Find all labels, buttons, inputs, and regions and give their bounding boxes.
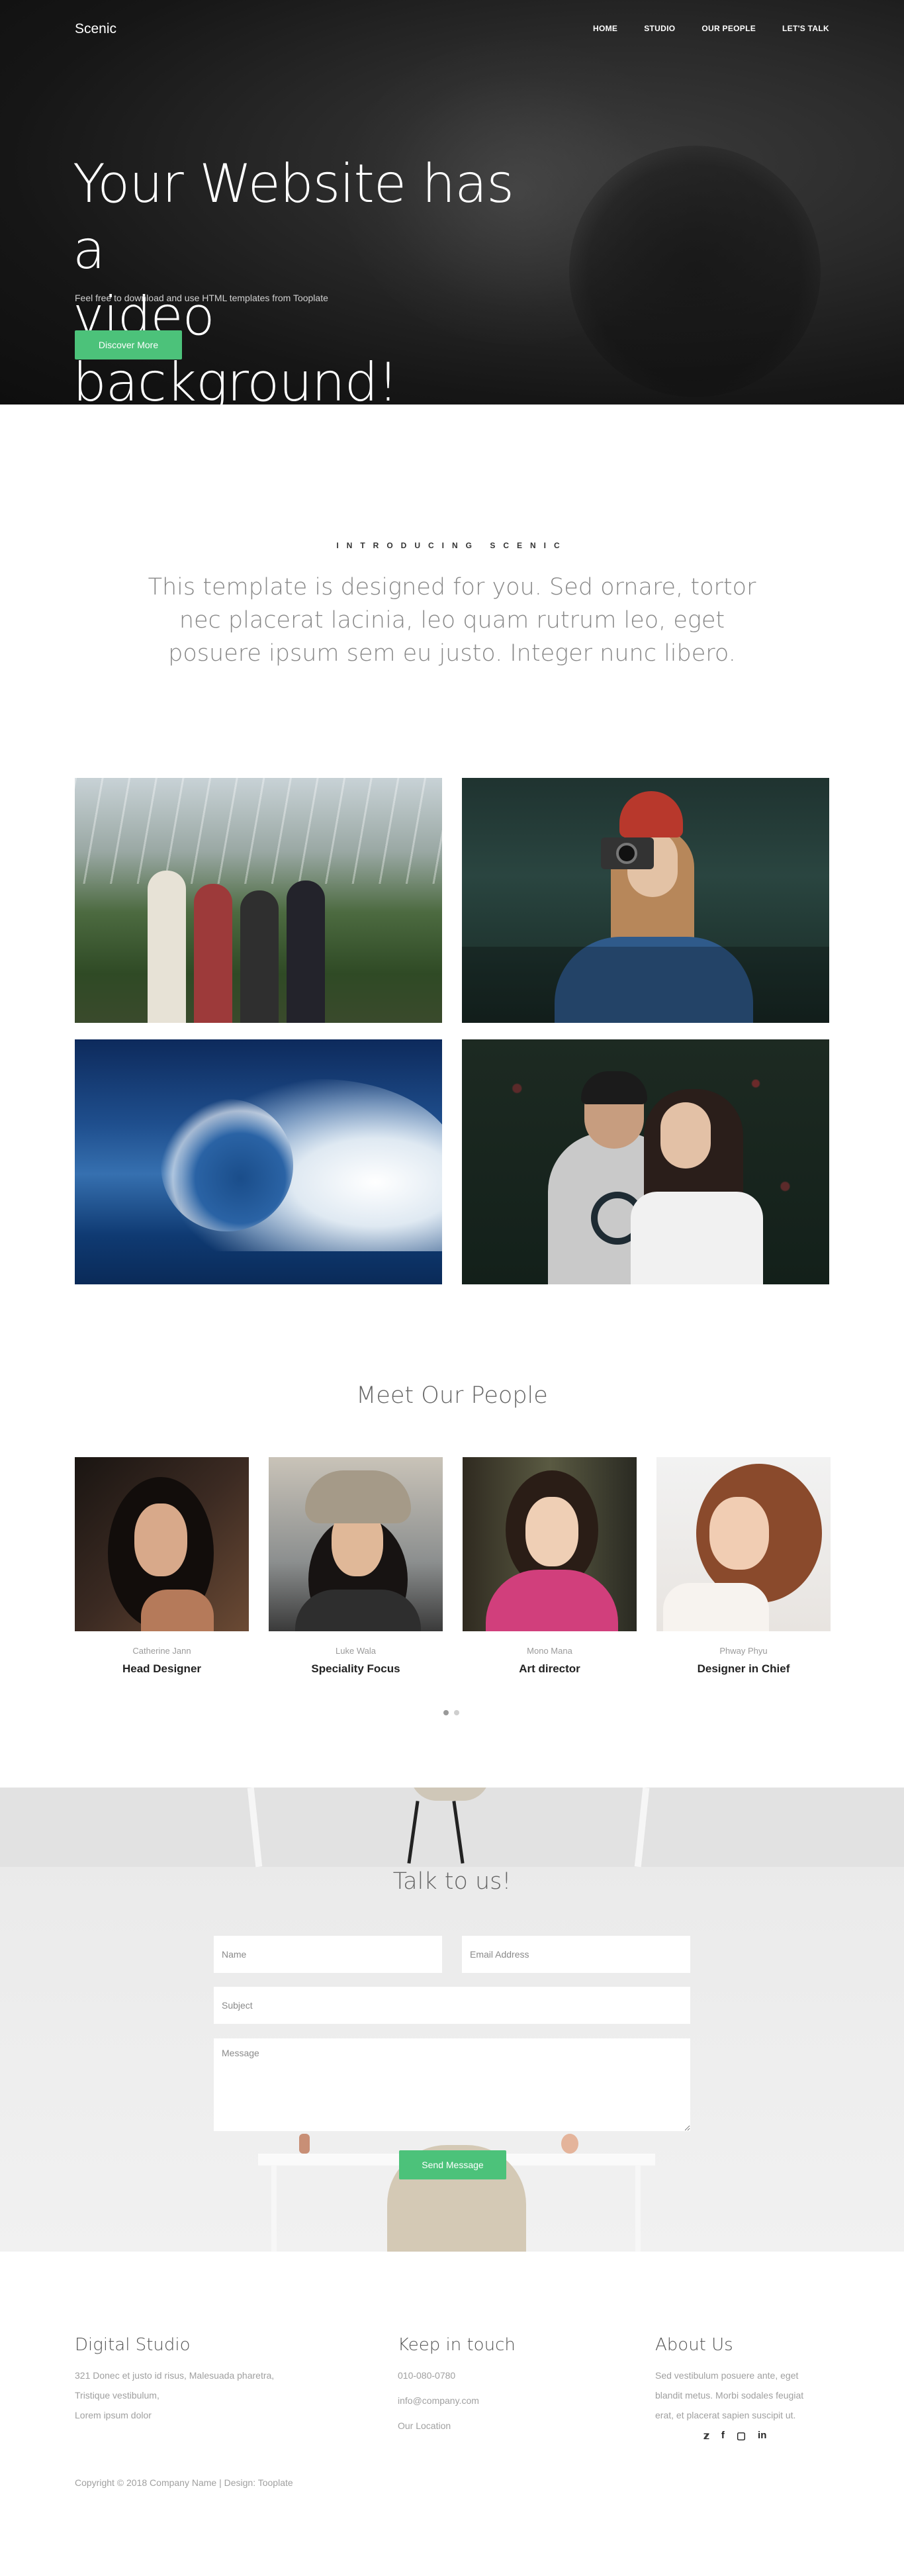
gallery-image-photographer[interactable] <box>462 778 829 1023</box>
footer-phone-link[interactable]: 010-080-0780 <box>398 2365 596 2385</box>
top-shape <box>295 1590 421 1631</box>
greenhouse-roof <box>75 778 442 884</box>
discover-more-button[interactable]: Discover More <box>75 330 182 359</box>
team-member-card[interactable]: Phway Phyu Designer in Chief <box>656 1457 831 1676</box>
carousel-dot[interactable] <box>454 1710 459 1715</box>
hover-shade <box>462 947 829 1023</box>
subject-input[interactable] <box>214 1987 690 2024</box>
nav-studio[interactable]: STUDIO <box>644 24 675 33</box>
footer-address-line: Tristique vestibulum, <box>75 2390 159 2401</box>
people-section-title: Meet Our People <box>356 1382 548 1409</box>
linkedin-icon[interactable]: in <box>758 2430 766 2442</box>
team-member-name: Mono Mana <box>527 1646 572 1656</box>
carousel-dots <box>443 1710 459 1715</box>
team-member-card[interactable]: Luke Wala Speciality Focus <box>269 1457 443 1676</box>
team-member-card[interactable]: Mono Mana Art director <box>463 1457 637 1676</box>
team-member-photo <box>463 1457 637 1631</box>
team-member-photo <box>656 1457 831 1631</box>
pillow-shape <box>663 1583 769 1631</box>
shoulder-shape <box>141 1590 214 1631</box>
email-input[interactable] <box>462 1936 690 1973</box>
footer-about-line: blandit metus. Morbi sodales feugiat <box>655 2390 804 2401</box>
footer-contact-title: Keep in touch <box>398 2335 516 2355</box>
gallery-image-ocean-wave[interactable] <box>75 1039 442 1284</box>
intro-text: This template is designed for you. Sed o… <box>148 574 756 667</box>
contact-title: Talk to us! <box>392 1868 512 1895</box>
wave-curl <box>161 1099 293 1231</box>
social-links: 𝕫 f ▢ in <box>703 2430 766 2442</box>
instagram-icon[interactable]: ▢ <box>737 2430 746 2442</box>
desk-leg-shape <box>271 2165 277 2252</box>
message-textarea[interactable] <box>214 2038 690 2131</box>
floral-dress-shape <box>486 1570 618 1631</box>
footer-address-line: 321 Donec et justo id risus, Malesuada p… <box>75 2370 275 2381</box>
footer-contact-column: Keep in touch 010-080-0780 info@company.… <box>398 2335 596 2441</box>
intro-label: INTRODUCING SCENIC <box>336 541 568 550</box>
vase-shape <box>299 2134 310 2154</box>
footer-about-column: About Us Sed vestibulum posuere ante, eg… <box>655 2335 834 2425</box>
camera-lens-shape <box>616 843 637 864</box>
face-shape <box>525 1497 578 1566</box>
footer-location-link[interactable]: Our Location <box>398 2416 596 2436</box>
hero-video-shadow <box>569 146 821 397</box>
nav-lets-talk[interactable]: LET'S TALK <box>782 24 829 33</box>
team-member-role: Speciality Focus <box>311 1662 400 1675</box>
vase-shape <box>561 2134 578 2154</box>
hero-title-line1: Your Website has a <box>73 153 514 281</box>
person-figure <box>194 884 232 1023</box>
footer-about-title: About Us <box>655 2335 733 2355</box>
hero-subtitle: Feel free to download and use HTML templ… <box>75 293 328 303</box>
team-member-name: Luke Wala <box>336 1646 376 1656</box>
team-member-name: Catherine Jann <box>132 1646 191 1656</box>
woman-face-shape <box>660 1102 711 1169</box>
nav-home[interactable]: HOME <box>593 24 617 33</box>
footer-about-line: Sed vestibulum posuere ante, eget <box>655 2370 799 2381</box>
team-member-role: Head Designer <box>122 1662 202 1675</box>
footer-studio-column: Digital Studio 321 Donec et justo id ris… <box>75 2335 326 2425</box>
person-figure <box>287 881 325 1023</box>
carousel-dot-active[interactable] <box>443 1710 449 1715</box>
copyright-text: Copyright © 2018 Company Name | Design: … <box>75 2477 293 2488</box>
woman-sweater-shape <box>631 1192 763 1284</box>
team-member-card[interactable]: Catherine Jann Head Designer <box>75 1457 249 1676</box>
team-member-role: Art director <box>519 1662 580 1675</box>
team-member-role: Designer in Chief <box>697 1662 790 1675</box>
red-beanie-shape <box>619 791 683 837</box>
gallery-image-couple[interactable] <box>462 1039 829 1284</box>
brand-logo[interactable]: Scenic <box>75 21 116 37</box>
footer-address-line: Lorem ipsum dolor <box>75 2410 152 2420</box>
hero-title: Your Website has a video background! <box>73 151 536 416</box>
facebook-icon[interactable]: f <box>721 2430 725 2442</box>
desk-leg-shape <box>635 2165 641 2252</box>
name-input[interactable] <box>214 1936 442 1973</box>
footer-studio-title: Digital Studio <box>75 2335 191 2355</box>
person-figure <box>148 871 186 1023</box>
person-figure <box>240 890 279 1023</box>
face-shape <box>134 1503 187 1576</box>
gallery-image-greenhouse-friends[interactable] <box>75 778 442 1023</box>
face-shape <box>709 1497 769 1570</box>
team-member-name: Phway Phyu <box>719 1646 768 1656</box>
straw-hat-shape <box>305 1470 411 1523</box>
team-member-photo <box>75 1457 249 1631</box>
twitter-icon[interactable]: 𝕫 <box>703 2430 709 2442</box>
nav-our-people[interactable]: OUR PEOPLE <box>701 24 756 33</box>
main-nav: HOME STUDIO OUR PEOPLE LET'S TALK <box>593 24 829 33</box>
send-message-button[interactable]: Send Message <box>399 2150 506 2179</box>
footer-email-link[interactable]: info@company.com <box>398 2391 596 2410</box>
team-member-photo <box>269 1457 443 1631</box>
footer-about-line: erat, et placerat sapien suscipit ut. <box>655 2410 796 2420</box>
